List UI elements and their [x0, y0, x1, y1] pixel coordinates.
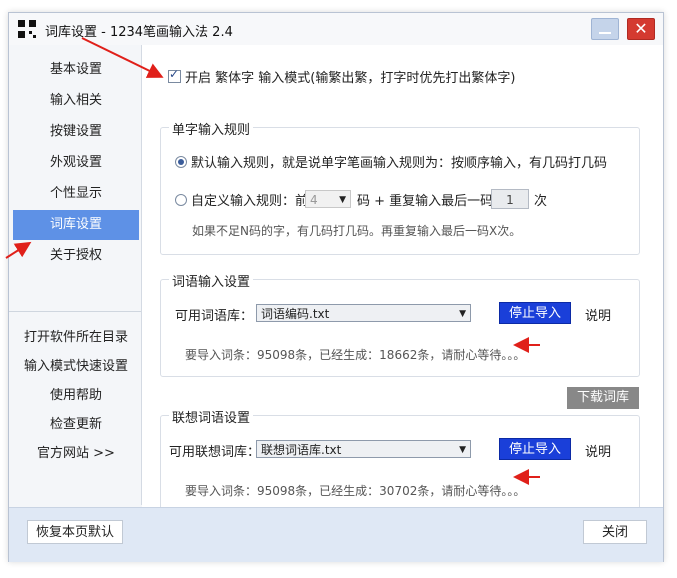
traditional-mode-label: 开启 繁体字 输入模式(输繁出繁，打字时优先打出繁体字) — [185, 71, 516, 86]
quick-mode-link[interactable]: 输入模式快速设置 — [13, 355, 139, 374]
assoc-group-label: 联想词语设置 — [169, 407, 254, 426]
custom-rule-radio[interactable]: 自定义输入规则：前 — [175, 190, 308, 209]
phrase-progress-text: 要导入词条：95098条，已经生成：18662条，请耐心等待。。。 — [185, 348, 526, 362]
close-window-button[interactable]: ✕ — [627, 18, 655, 40]
sidebar-item-display[interactable]: 个性显示 — [13, 179, 139, 209]
title-bar: 词库设置 - 1234笔画输入法 2.4 ✕ — [9, 13, 663, 45]
prefix-count-value: 4 — [310, 193, 318, 207]
phrase-lib-select[interactable]: 词语编码.txt ▼ — [256, 304, 471, 322]
assoc-lib-value: 联想词语库.txt — [261, 443, 342, 457]
assoc-group: 联想词语设置 可用联想词库： 联想词语库.txt ▼ 停止导入 说明 要导入词条：… — [160, 407, 640, 513]
checkbox-checked-icon — [168, 67, 181, 83]
assoc-progress-text: 要导入词条：95098条，已经生成：30702条，请耐心等待。。。 — [185, 484, 526, 498]
phrase-lib-value: 词语编码.txt — [261, 307, 330, 321]
default-rule-label: 默认输入规则，就是说单字笔画输入规则为：按顺序输入，有几码打几码 — [191, 156, 608, 171]
single-char-group-label: 单字输入规则 — [169, 119, 254, 138]
radio-selected-icon — [175, 156, 187, 168]
phrase-group-label: 词语输入设置 — [169, 271, 254, 290]
sidebar-divider — [9, 311, 141, 312]
chevron-down-icon: ▼ — [459, 445, 466, 455]
single-char-group: 单字输入规则 默认输入规则，就是说单字笔画输入规则为：按顺序输入，有几码打几码 … — [160, 119, 640, 255]
minimize-icon — [599, 32, 611, 34]
sidebar-item-appearance[interactable]: 外观设置 — [13, 148, 139, 178]
download-dictionary-button[interactable]: 下载词库 — [567, 387, 639, 409]
phrase-explain-link[interactable]: 说明 — [585, 305, 611, 324]
restore-defaults-button[interactable]: 恢复本页默认 — [27, 520, 123, 544]
sidebar-item-input[interactable]: 输入相关 — [13, 86, 139, 116]
sidebar-item-about[interactable]: 关于授权 — [13, 241, 139, 271]
phrase-group: 词语输入设置 可用词语库： 词语编码.txt ▼ 停止导入 说明 要导入词条：95… — [160, 271, 640, 377]
footer-bar: 恢复本页默认 关闭 — [9, 507, 663, 562]
phrase-lib-label: 可用词语库： — [175, 309, 254, 324]
app-logo-icon — [18, 20, 36, 38]
sidebar-item-basic[interactable]: 基本设置 — [13, 55, 139, 85]
sidebar-item-keys[interactable]: 按键设置 — [13, 117, 139, 147]
open-folder-link[interactable]: 打开软件所在目录 — [13, 326, 139, 345]
check-update-link[interactable]: 检查更新 — [13, 413, 139, 432]
settings-window: 词库设置 - 1234笔画输入法 2.4 ✕ 基本设置 输入相关 按键设置 外观… — [8, 12, 664, 562]
custom-rule-hint: 如果不足N码的字，有几码打几码。再重复输入最后一码X次。 — [192, 224, 522, 238]
custom-middle-text: 码 + 重复输入最后一码 — [357, 194, 494, 209]
sidebar-item-dictionary[interactable]: 词库设置 — [13, 210, 139, 240]
traditional-mode-checkbox[interactable]: 开启 繁体字 输入模式(输繁出繁，打字时优先打出繁体字) — [168, 67, 515, 86]
radio-unselected-icon — [175, 194, 187, 206]
minimize-button[interactable] — [591, 18, 619, 40]
custom-suffix-text: 次 — [534, 194, 548, 209]
sidebar: 基本设置 输入相关 按键设置 外观设置 个性显示 词库设置 关于授权 打开软件所… — [9, 45, 142, 505]
assoc-lib-select[interactable]: 联想词语库.txt ▼ — [256, 440, 471, 458]
assoc-explain-link[interactable]: 说明 — [585, 441, 611, 460]
chevron-down-icon: ▼ — [459, 309, 466, 319]
custom-rule-label: 自定义输入规则：前 — [191, 194, 309, 209]
help-link[interactable]: 使用帮助 — [13, 384, 139, 403]
close-button[interactable]: 关闭 — [583, 520, 647, 544]
repeat-count-input[interactable]: 1 — [491, 189, 529, 209]
assoc-lib-label: 可用联想词库： — [169, 445, 261, 460]
assoc-stop-import-button[interactable]: 停止导入 — [499, 438, 571, 460]
main-panel: 开启 繁体字 输入模式(输繁出繁，打字时优先打出繁体字) 单字输入规则 默认输入… — [142, 45, 663, 513]
website-link[interactable]: 官方网站 >> — [13, 442, 139, 461]
phrase-stop-import-button[interactable]: 停止导入 — [499, 302, 571, 324]
default-rule-radio[interactable]: 默认输入规则，就是说单字笔画输入规则为：按顺序输入，有几码打几码 — [175, 152, 607, 171]
window-title: 词库设置 - 1234笔画输入法 2.4 — [45, 25, 233, 40]
chevron-down-icon: ▼ — [339, 195, 346, 205]
prefix-count-select[interactable]: 4 ▼ — [305, 190, 351, 208]
